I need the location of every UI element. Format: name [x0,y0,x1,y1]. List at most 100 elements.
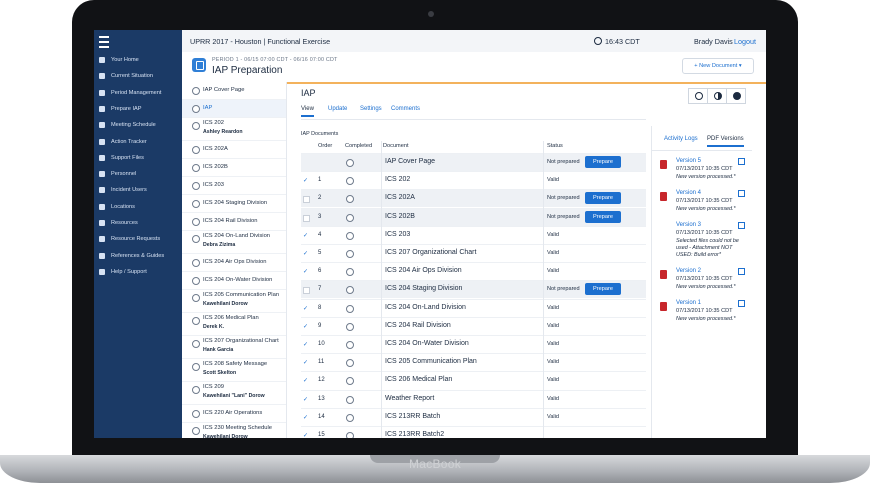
sidebar-item[interactable]: Prepare IAP [94,102,182,116]
include-checkbox[interactable] [303,214,310,222]
sidebar-item[interactable]: Resource Requests [94,232,182,246]
checkmark-icon[interactable]: ✓ [303,432,309,438]
completed-radio[interactable] [346,231,354,240]
checkmark-icon[interactable]: ✓ [303,232,309,239]
radio-button[interactable] [192,277,200,285]
row-document[interactable]: ICS 207 Organizational Chart [385,249,476,256]
document-list-item[interactable]: ICS 202B [182,159,286,177]
sidebar-item[interactable]: References & Guides [94,249,182,263]
completed-radio[interactable] [346,159,354,167]
completed-radio[interactable] [346,304,354,313]
version-link[interactable]: Version 3 [676,222,701,228]
document-list-item[interactable]: ICS 202A [182,141,286,159]
document-list-item[interactable]: IAP [182,100,286,118]
half-mode-toggle[interactable] [707,88,727,104]
completed-radio[interactable] [346,250,354,258]
tab-update[interactable]: Update [328,106,347,112]
prepare-button[interactable]: Prepare [585,192,621,205]
document-list-item[interactable]: ICS 204 Air Ops Division [182,254,286,272]
external-link-icon[interactable] [738,190,745,197]
version-link[interactable]: Version 5 [676,158,701,164]
radio-button[interactable] [192,317,200,325]
tab-pdf-versions[interactable]: PDF Versions [707,136,744,147]
logout-link[interactable]: Logout [734,37,756,46]
row-document[interactable]: ICS 203 [385,231,410,238]
checkmark-icon[interactable]: ✓ [303,377,309,384]
document-list-item[interactable]: ICS 206 Medical Plan Derek K. [182,313,286,336]
tab-settings[interactable]: Settings [360,106,382,112]
tab-view[interactable]: View [301,106,314,117]
external-link-icon[interactable] [738,268,745,275]
radio-button[interactable] [192,363,200,371]
dark-mode-toggle[interactable] [726,88,746,104]
completed-radio[interactable] [346,341,354,349]
radio-button[interactable] [192,105,200,113]
version-link[interactable]: Version 4 [676,190,701,196]
row-document[interactable]: ICS 206 Medical Plan [385,376,452,383]
row-document[interactable]: IAP Cover Page [385,158,435,165]
radio-button[interactable] [192,427,200,435]
sidebar-item[interactable]: Support Files [94,151,182,165]
external-link-icon[interactable] [738,222,745,229]
document-list-item[interactable]: ICS 204 On-Water Division [182,272,286,290]
row-document[interactable]: ICS 202A [385,194,415,201]
sidebar-item[interactable]: Help / Support [94,265,182,279]
document-list-item[interactable]: ICS 205 Communication Plan Kawehilani Dor… [182,290,286,313]
checkmark-icon[interactable]: ✓ [303,396,309,403]
completed-radio[interactable] [346,377,354,386]
document-list-item[interactable]: ICS 204 Staging Division [182,195,286,213]
completed-radio[interactable] [346,359,354,368]
row-document[interactable]: ICS 204 On-Water Division [385,340,469,347]
row-document[interactable]: ICS 205 Communication Plan [385,358,477,365]
sidebar-item[interactable]: Period Management [94,86,182,100]
completed-radio[interactable] [346,195,354,204]
completed-radio[interactable] [346,268,354,277]
user-name[interactable]: Brady Davis [694,37,733,46]
radio-button[interactable] [192,164,200,172]
checkmark-icon[interactable]: ✓ [303,177,309,184]
prepare-button[interactable]: Prepare [585,156,621,168]
checkmark-icon[interactable]: ✓ [303,414,309,421]
sidebar-item[interactable]: Incident Users [94,183,182,197]
completed-radio[interactable] [346,395,354,404]
document-list-item[interactable]: ICS 230 Meeting Schedule Kawehilani Dorow [182,423,286,438]
prepare-button[interactable]: Prepare [585,210,621,223]
checkmark-icon[interactable]: ✓ [303,250,309,257]
sidebar-item[interactable]: Action Tracker [94,135,182,149]
version-link[interactable]: Version 2 [676,268,701,274]
row-document[interactable]: ICS 204 On-Land Division [385,304,466,311]
row-document[interactable]: ICS 204 Air Ops Division [385,267,462,274]
document-list-item[interactable]: ICS 202 Ashley Reardon [182,118,286,141]
completed-radio[interactable] [346,286,354,295]
version-link[interactable]: Version 1 [676,300,701,306]
row-document[interactable]: ICS 204 Rail Division [385,322,451,329]
radio-button[interactable] [192,410,200,418]
document-list-item[interactable]: ICS 203 [182,177,286,195]
completed-radio[interactable] [346,413,354,422]
sidebar-item[interactable]: Current Situation [94,69,182,83]
tab-activity-logs[interactable]: Activity Logs [664,136,698,142]
completed-radio[interactable] [346,177,354,186]
radio-button[interactable] [192,87,200,95]
radio-button[interactable] [192,200,200,208]
document-list-item[interactable]: IAP Cover Page [182,82,286,100]
radio-button[interactable] [192,294,200,302]
sidebar-item[interactable]: Locations [94,200,182,214]
row-document[interactable]: ICS 204 Staging Division [385,285,462,292]
include-checkbox[interactable] [303,196,310,204]
document-list-item[interactable]: ICS 204 Rail Division [182,213,286,231]
completed-radio[interactable] [346,213,354,222]
radio-button[interactable] [192,218,200,226]
completed-radio[interactable] [346,432,354,438]
radio-button[interactable] [192,259,200,267]
document-list-item[interactable]: ICS 207 Organizational Chart Hank Garcia [182,336,286,359]
new-document-button[interactable]: + New Document ▾ [682,58,754,74]
row-document[interactable]: ICS 202 [385,176,410,183]
document-list-item[interactable]: ICS 220 Air Operations [182,405,286,423]
checkmark-icon[interactable]: ✓ [303,341,309,348]
checkmark-icon[interactable]: ✓ [303,305,309,312]
completed-radio[interactable] [346,322,354,331]
row-document[interactable]: Weather Report [385,395,434,402]
sidebar-item[interactable]: Resources [94,216,182,230]
row-document[interactable]: ICS 202B [385,213,415,220]
